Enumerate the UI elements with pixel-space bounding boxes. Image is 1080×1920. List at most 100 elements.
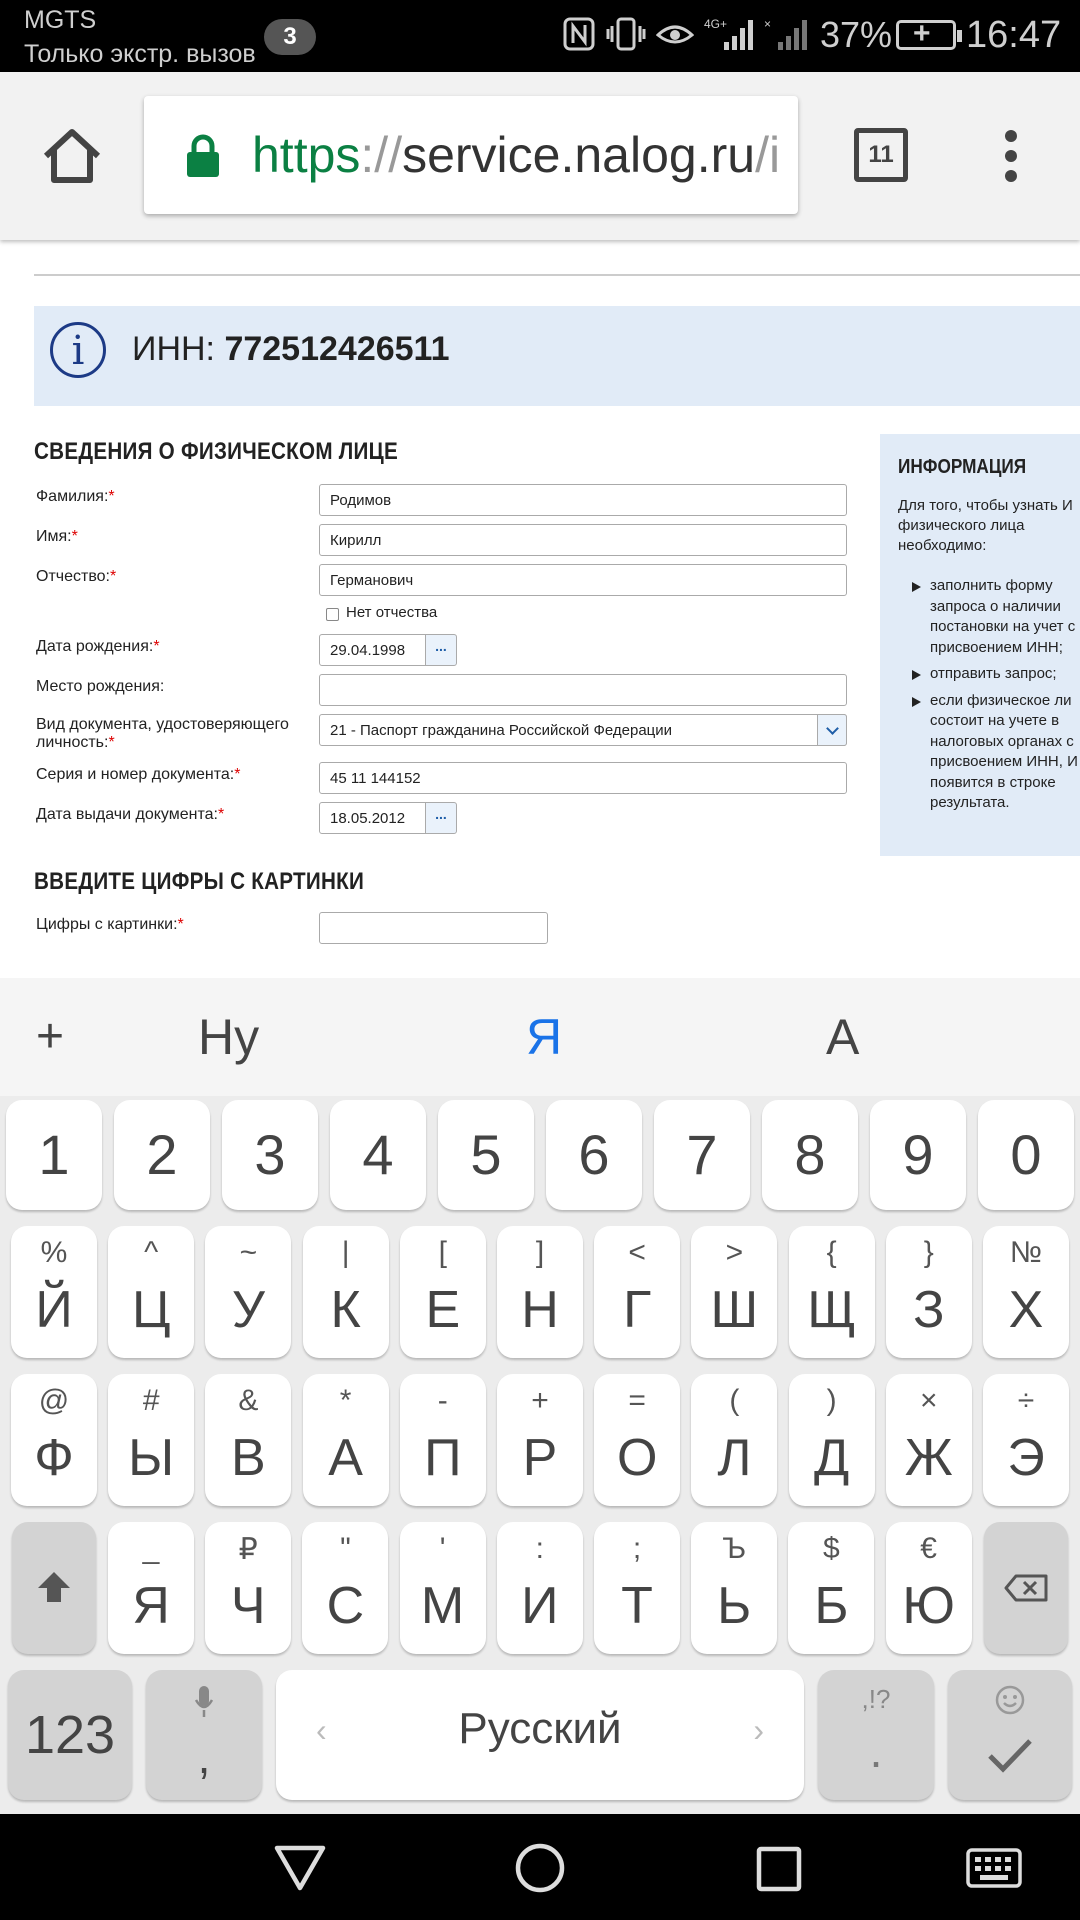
doc-number-field[interactable]: 45 11 144152 [319,762,847,794]
home-button[interactable] [40,124,104,188]
birth-place-label: Место рождения: [36,678,165,695]
key-6[interactable]: 6 [546,1100,642,1210]
overflow-menu-icon[interactable] [1000,130,1022,186]
keyboard-suggestion-bar: + Ну Я А [0,978,1080,1096]
key-3[interactable]: 3 [222,1100,318,1210]
url-text: https://service.nalog.ru/i [252,126,780,184]
backspace-key[interactable] [984,1522,1068,1654]
signal-icon: 4G+ [704,16,754,57]
issue-date-picker-button[interactable]: ... [425,802,457,834]
space-key[interactable]: ‹ Русский › [276,1670,804,1800]
key-letter[interactable]: # Ы [108,1374,195,1506]
key-letter[interactable]: & В [205,1374,292,1506]
key-letter[interactable]: + Р [497,1374,583,1506]
key-letter[interactable]: ^ Ц [108,1226,195,1358]
home-circle-icon[interactable] [514,1842,566,1894]
key-letter[interactable]: _ Я [108,1522,194,1654]
birth-date-picker-button[interactable]: ... [425,634,457,666]
key-letter[interactable]: -П [399,1374,486,1506]
key-letter[interactable]: ' М [399,1522,486,1654]
enter-key[interactable] [948,1670,1072,1800]
keyboard-icon[interactable] [966,1848,1022,1888]
suggestion-right[interactable]: А [826,978,859,1096]
home-icon [43,129,101,183]
key-letter[interactable]: ÷ Э [983,1374,1069,1506]
key-letter[interactable]: {Щ [788,1226,875,1358]
name-field[interactable]: Кирилл [319,524,847,556]
address-bar[interactable]: https://service.nalog.ru/i [144,96,798,214]
key-letter[interactable]: ] Н [497,1226,583,1358]
symbols-mode-key[interactable]: 123 [8,1670,132,1800]
key-letter[interactable]: ЪЬ [691,1522,778,1654]
key-letter[interactable]: * А [302,1374,389,1506]
key-letter[interactable]: > Ш [691,1226,778,1358]
key-letter[interactable]: " С [302,1522,389,1654]
birth-date-field[interactable]: 29.04.1998 [319,634,427,666]
key-letter[interactable]: = О [594,1374,681,1506]
tab-switcher-button[interactable]: 11 [854,128,908,182]
key-letter[interactable]: ₽ Ч [205,1522,292,1654]
key-letter[interactable]: % Й [11,1226,97,1358]
backspace-icon [1004,1574,1048,1602]
key-letter[interactable]: € Ю [885,1522,972,1654]
key-letter[interactable]: } З [885,1226,972,1358]
name-label: Имя:* [36,528,78,545]
url-path: /i [755,127,781,183]
emoji-icon [995,1685,1025,1715]
no-patronymic-label: Нет отчества [346,604,438,621]
key-8[interactable]: 8 [762,1100,858,1210]
microphone-icon [194,1686,214,1717]
key-5[interactable]: 5 [438,1100,534,1210]
key-letter[interactable]: [Е [399,1226,486,1358]
key-letter[interactable]: :И [496,1522,583,1654]
back-triangle-icon[interactable] [274,1844,326,1892]
key-letter[interactable]: ~ У [205,1226,292,1358]
doc-type-select[interactable]: 21 - Паспорт гражданина Российской Федер… [319,714,847,746]
info-panel: ИНФОРМАЦИЯ Для того, чтобы узнать И физи… [880,434,1080,856]
key-letter[interactable]: $ Б [788,1522,875,1654]
inn-result: ИНН: 772512426511 [132,330,450,369]
web-page: Узнать ИНН i ИНН: 772512426511 СВЕДЕНИЯ … [0,240,1080,978]
suggestion-center[interactable]: Я [526,978,562,1096]
issue-date-field[interactable]: 18.05.2012 [319,802,427,834]
inn-value: 772512426511 [224,330,450,368]
key-letter[interactable]: № Х [983,1226,1069,1358]
page-title: Узнать ИНН [34,240,265,249]
key-letter[interactable]: × Ж [885,1374,972,1506]
birth-place-field[interactable] [319,674,847,706]
patronymic-field[interactable]: Германович [319,564,847,596]
key-4[interactable]: 4 [330,1100,426,1210]
captcha-label: Цифры с картинки:* [36,916,184,933]
shift-arrow-icon [38,1572,70,1602]
checkmark-icon [988,1739,1032,1773]
shift-key[interactable] [12,1522,96,1654]
key-letter[interactable]: ) Д [788,1374,875,1506]
vibrate-icon [606,16,646,57]
period-key[interactable]: ,!? . [818,1670,934,1800]
key-0[interactable]: 0 [978,1100,1074,1210]
browser-toolbar: https://service.nalog.ru/i 11 [0,72,1080,240]
key-2[interactable]: 2 [114,1100,210,1210]
suggestion-left[interactable]: Ну [198,978,259,1096]
status-bar: MGTS Только экстр. вызов 3 4G+ × 37% + 1… [0,0,1080,72]
key-9[interactable]: 9 [870,1100,966,1210]
emergency-only-status: Только экстр. вызов [24,40,256,68]
navigation-bar [0,1814,1080,1920]
no-patronymic-checkbox[interactable] [326,608,339,621]
captcha-field[interactable] [319,912,548,944]
nfc-icon [562,16,596,57]
surname-field[interactable]: Родимов [319,484,847,516]
key-1[interactable]: 1 [6,1100,102,1210]
key-letter[interactable]: (Л [691,1374,778,1506]
svg-text:×: × [764,17,771,31]
comma-key[interactable]: , [146,1670,262,1800]
recents-square-icon[interactable] [756,1846,802,1892]
key-letter[interactable]: ; Т [594,1522,680,1654]
chevron-down-icon[interactable] [817,714,847,746]
key-7[interactable]: 7 [654,1100,750,1210]
key-letter[interactable]: @ Ф [11,1374,97,1506]
info-list: заполнить форму запроса о наличии постан… [910,576,1080,820]
key-letter[interactable]: < Г [594,1226,681,1358]
add-word-button[interactable]: + [36,978,64,1096]
key-letter[interactable]: | К [302,1226,389,1358]
